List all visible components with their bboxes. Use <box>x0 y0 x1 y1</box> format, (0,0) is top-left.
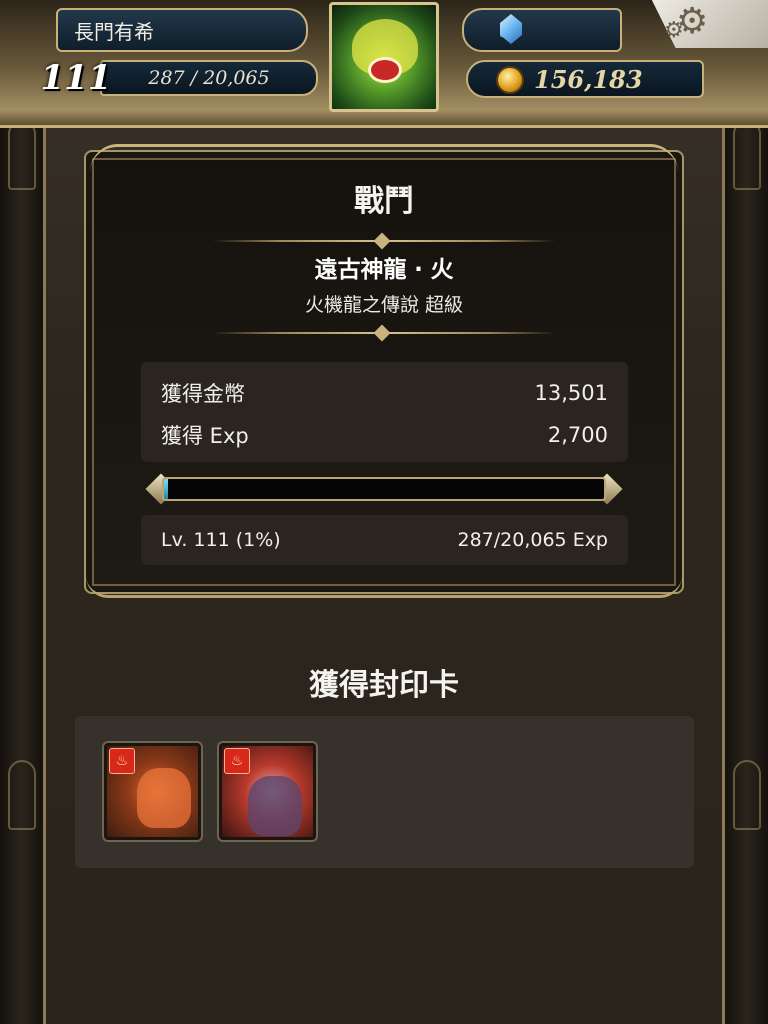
reward-label: 獲得 Exp <box>161 424 249 448</box>
fire-element-icon: ♨ <box>224 748 250 774</box>
panel-bottom-ornament <box>86 576 682 598</box>
battle-title: 戰鬥 <box>354 184 414 219</box>
reward-value: 13,501 <box>534 381 608 405</box>
left-frame <box>0 0 46 1024</box>
exp-bar-track <box>162 477 606 501</box>
reward-row-gold: 獲得金幣 13,501 <box>161 378 608 408</box>
reward-row-exp: 獲得 Exp 2,700 <box>161 420 608 450</box>
panel-top-ornament <box>90 144 678 172</box>
stage-name: 火機龍之傳說 超級 <box>304 294 464 316</box>
reward-label: 獲得金幣 <box>161 382 245 406</box>
ornament-divider-bottom <box>212 324 556 342</box>
gem-counter[interactable]: 5 <box>462 8 622 52</box>
fire-demon-card[interactable]: ♨ <box>217 741 318 842</box>
level-info-box: Lv. 111 (1%) 287/20,065 Exp <box>141 515 628 565</box>
player-level-badge: 111 <box>40 58 112 98</box>
demon-creature-icon <box>248 776 302 836</box>
right-frame <box>722 0 768 1024</box>
rewards-box: 獲得金幣 13,501 獲得 Exp 2,700 <box>141 362 628 462</box>
fire-beast-card[interactable]: ♨ <box>102 741 203 842</box>
ornament-divider-top <box>212 232 556 250</box>
header-exp-text: 287 / 20,065 <box>148 67 270 89</box>
cards-title: 獲得封印卡 <box>309 668 459 703</box>
exp-progress-bar <box>145 472 623 506</box>
boss-name: 遠古神龍 ‧ 火 <box>314 257 454 283</box>
dragon-mouth-icon <box>368 57 402 83</box>
beast-creature-icon <box>137 768 191 828</box>
fire-element-icon: ♨ <box>109 748 135 774</box>
exp-text: 287/20,065 Exp <box>457 529 609 551</box>
reward-value: 2,700 <box>547 423 608 447</box>
player-name-plate: 長門有希 <box>56 8 308 52</box>
small-gear-icon: ⚙ <box>664 18 684 43</box>
exp-bar-fill <box>164 479 169 499</box>
coin-icon <box>496 66 524 94</box>
header-exp-plate: 287 / 20,065 <box>100 60 318 96</box>
level-text: Lv. 111 (1%) <box>161 529 281 551</box>
player-name: 長門有希 <box>74 19 154 44</box>
leader-portrait[interactable] <box>329 2 439 112</box>
gold-amount: 156,183 <box>534 64 643 94</box>
